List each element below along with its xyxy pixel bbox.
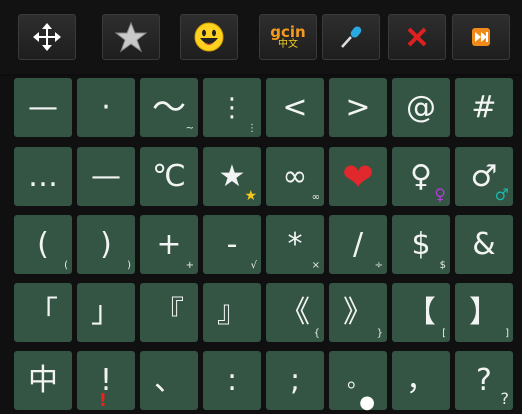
key-sublabel: ÷ bbox=[374, 260, 383, 271]
key-r1-c6[interactable]: > bbox=[329, 78, 387, 137]
key-r5-c7[interactable]: ， bbox=[392, 351, 450, 410]
key-r4-c7[interactable]: 【[ bbox=[392, 283, 450, 342]
key-label: — bbox=[91, 158, 121, 194]
key-r1-c7[interactable]: @ bbox=[392, 78, 450, 137]
key-label: 中 bbox=[28, 362, 58, 398]
key-label: ; bbox=[289, 362, 301, 398]
key-r4-c2[interactable]: 」 bbox=[77, 283, 135, 342]
key-sublabel: ~ bbox=[185, 123, 194, 134]
key-sublabel: ? bbox=[500, 389, 510, 408]
key-label: ， bbox=[406, 362, 436, 398]
key-r4-c4[interactable]: 』 bbox=[203, 283, 261, 342]
key-sublabel: ] bbox=[505, 328, 509, 339]
fast-forward-icon bbox=[472, 28, 490, 46]
key-r5-c8[interactable]: ?? bbox=[455, 351, 513, 410]
key-r5-c4[interactable]: : bbox=[203, 351, 261, 410]
key-r2-c6[interactable]: ❤ bbox=[329, 147, 387, 206]
key-r1-c1[interactable]: — bbox=[14, 78, 72, 137]
key-label: < bbox=[282, 89, 308, 125]
move-arrows-icon bbox=[32, 22, 62, 52]
key-label: ❤ bbox=[342, 154, 374, 199]
key-r2-c8[interactable]: ♂ ♂ bbox=[455, 147, 513, 206]
key-r3-c8[interactable]: & bbox=[455, 215, 513, 274]
key-r5-c1[interactable]: 中 bbox=[14, 351, 72, 410]
key-r4-c8[interactable]: 】] bbox=[455, 283, 513, 342]
gcin-button[interactable]: gcin 中文 bbox=[259, 14, 317, 60]
key-r2-c5[interactable]: ∞ ∞ bbox=[266, 147, 324, 206]
key-sublabel: + bbox=[185, 260, 194, 271]
key-label: : bbox=[226, 362, 238, 398]
key-r4-c5[interactable]: 《{ bbox=[266, 283, 324, 342]
key-r4-c3[interactable]: 『 bbox=[140, 283, 198, 342]
key-r1-c4[interactable]: ⋮ ⋮ bbox=[203, 78, 261, 137]
key-r2-c3[interactable]: ℃ bbox=[140, 147, 198, 206]
key-sublabel: × bbox=[311, 260, 320, 271]
key-label: > bbox=[345, 89, 371, 125]
key-label: & bbox=[472, 226, 496, 262]
key-label: … bbox=[28, 158, 58, 194]
key-sublabel: ♀ bbox=[434, 185, 446, 204]
key-r1-c5[interactable]: < bbox=[266, 78, 324, 137]
key-sublabel: [ bbox=[442, 328, 446, 339]
key-r3-c4[interactable]: - √ bbox=[203, 215, 261, 274]
key-r1-c8[interactable]: # bbox=[455, 78, 513, 137]
key-r5-c5[interactable]: ; bbox=[266, 351, 324, 410]
key-label: @ bbox=[406, 89, 436, 125]
key-sublabel: ) bbox=[127, 260, 131, 271]
key-r2-c4[interactable]: ★ ★ bbox=[203, 147, 261, 206]
key-r4-c1[interactable]: 「 bbox=[14, 283, 72, 342]
close-x-icon bbox=[406, 26, 428, 48]
microphone-icon bbox=[338, 24, 364, 50]
emoji-button[interactable] bbox=[180, 14, 238, 60]
key-sublabel: ∞ bbox=[311, 192, 320, 203]
key-r1-c3[interactable]: ～ ~ bbox=[140, 78, 198, 137]
key-label: 」 bbox=[91, 294, 121, 330]
star-icon bbox=[115, 21, 147, 53]
key-r3-c1[interactable]: (( bbox=[14, 215, 72, 274]
key-r3-c6[interactable]: / ÷ bbox=[329, 215, 387, 274]
key-label: — bbox=[28, 89, 58, 125]
key-label: 。 bbox=[346, 367, 369, 393]
key-label: # bbox=[471, 89, 497, 125]
keyboard-toolbar: gcin 中文 bbox=[0, 0, 522, 74]
key-sublabel: √ bbox=[250, 260, 257, 271]
key-label: 『 bbox=[154, 294, 184, 330]
next-button[interactable] bbox=[452, 14, 510, 60]
close-button[interactable] bbox=[388, 14, 446, 60]
key-sublabel: ( bbox=[64, 260, 68, 271]
key-sublabel: $ bbox=[439, 260, 446, 271]
gcin-label-top: gcin bbox=[270, 22, 306, 41]
key-label: 、 bbox=[154, 362, 184, 398]
key-sublabel: ⋮ bbox=[247, 123, 257, 134]
key-sublabel: } bbox=[376, 328, 383, 339]
key-r5-c2[interactable]: !! bbox=[77, 351, 135, 410]
smiley-icon bbox=[193, 21, 225, 53]
favorite-button[interactable] bbox=[102, 14, 160, 60]
key-sublabel: { bbox=[313, 328, 320, 339]
key-r3-c7[interactable]: $ $ bbox=[392, 215, 450, 274]
key-r5-c3[interactable]: 、 bbox=[140, 351, 198, 410]
key-sublabel: ♂ bbox=[494, 185, 509, 204]
key-r1-c2[interactable]: · bbox=[77, 78, 135, 137]
key-label: · bbox=[101, 89, 111, 125]
key-r4-c6[interactable]: 》} bbox=[329, 283, 387, 342]
symbol-keyboard: — · ～ ~ ⋮ ⋮ < > @ # … — ℃ ★ ★ ∞ ∞ ❤ ♀ ♀ ♂ ♂ (()) + + - √ * × / ÷ $ $ & 「」『… bbox=[0, 76, 522, 414]
key-r2-c2[interactable]: — bbox=[77, 147, 135, 206]
key-sublabel: ★ bbox=[244, 188, 257, 204]
key-sublabel: ! bbox=[98, 390, 107, 411]
key-r3-c3[interactable]: + + bbox=[140, 215, 198, 274]
key-r3-c5[interactable]: * × bbox=[266, 215, 324, 274]
key-label: 「 bbox=[28, 294, 58, 330]
key-label: ℃ bbox=[152, 158, 186, 194]
key-label: 』 bbox=[217, 294, 247, 330]
gcin-logo-icon: gcin 中文 bbox=[270, 22, 306, 50]
key-r2-c1[interactable]: … bbox=[14, 147, 72, 206]
key-r2-c7[interactable]: ♀ ♀ bbox=[392, 147, 450, 206]
key-r5-c6[interactable]: 。 ● bbox=[329, 351, 387, 413]
key-sublabel: ● bbox=[359, 392, 375, 413]
move-button[interactable] bbox=[18, 14, 76, 60]
voice-input-button[interactable] bbox=[322, 14, 380, 60]
key-r3-c2[interactable]: )) bbox=[77, 215, 135, 274]
